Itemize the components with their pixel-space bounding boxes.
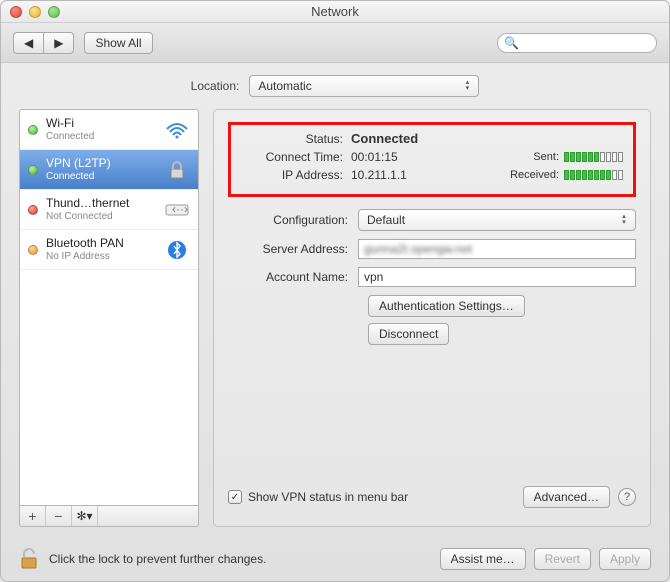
back-button[interactable]: ◀ — [13, 32, 43, 54]
updown-icon: ▴▾ — [617, 213, 631, 227]
forward-button[interactable]: ▶ — [43, 32, 74, 54]
status-box: Status: Connected Connect Time: 00:01:15… — [228, 122, 636, 197]
location-value: Automatic — [258, 79, 311, 93]
sidebar-item-thunderbolt[interactable]: Thund…thernet Not Connected ‹··› — [20, 190, 198, 230]
bluetooth-icon — [164, 239, 190, 261]
close-button[interactable] — [10, 6, 22, 18]
zoom-button[interactable] — [48, 6, 60, 18]
advanced-button[interactable]: Advanced… — [523, 486, 610, 508]
search-icon: 🔍 — [504, 36, 519, 50]
status-dot — [28, 205, 38, 215]
configuration-label: Configuration: — [228, 213, 358, 227]
wifi-icon — [164, 119, 190, 141]
received-meter — [564, 170, 623, 180]
lock-icon — [164, 159, 190, 181]
search-field[interactable]: 🔍 — [497, 33, 657, 53]
item-sub: No IP Address — [46, 251, 156, 262]
account-name-label: Account Name: — [228, 270, 358, 284]
lock-text: Click the lock to prevent further change… — [49, 552, 266, 566]
window-title: Network — [311, 4, 359, 19]
add-interface-button[interactable]: + — [20, 506, 46, 526]
revert-button[interactable]: Revert — [534, 548, 591, 570]
chevron-right-icon: ▶ — [54, 36, 63, 50]
location-label: Location: — [191, 79, 240, 93]
updown-icon: ▴▾ — [460, 79, 474, 93]
item-name: Wi-Fi — [46, 117, 156, 130]
nav-segment: ◀ ▶ — [13, 32, 74, 54]
sidebar-item-bluetooth[interactable]: Bluetooth PAN No IP Address — [20, 230, 198, 270]
configuration-value: Default — [367, 213, 405, 227]
show-all-button[interactable]: Show All — [84, 32, 152, 54]
server-address-label: Server Address: — [228, 242, 358, 256]
status-dot — [28, 245, 38, 255]
ethernet-icon: ‹··› — [164, 199, 190, 221]
sidebar: Wi-Fi Connected VPN (L2TP) Connected — [19, 109, 199, 527]
location-row: Location: Automatic ▴▾ — [19, 75, 651, 97]
assist-me-button[interactable]: Assist me… — [440, 548, 526, 570]
status-dot — [28, 125, 38, 135]
apply-button[interactable]: Apply — [599, 548, 651, 570]
gear-icon: ✻▾ — [76, 509, 92, 523]
show-status-label: Show VPN status in menu bar — [248, 490, 408, 504]
bottom-row: ✓ Show VPN status in menu bar Advanced… … — [228, 480, 636, 514]
item-name: Bluetooth PAN — [46, 237, 156, 250]
status-dot — [28, 165, 38, 175]
connect-time-value: 00:01:15 — [351, 150, 398, 164]
chevron-left-icon: ◀ — [24, 36, 33, 50]
body: Wi-Fi Connected VPN (L2TP) Connected — [19, 109, 651, 527]
item-sub: Connected — [46, 171, 156, 182]
lock-icon[interactable] — [19, 547, 39, 571]
item-sub: Not Connected — [46, 211, 156, 222]
account-name-value: vpn — [364, 270, 383, 284]
account-name-field[interactable]: vpn — [358, 267, 636, 287]
help-button[interactable]: ? — [618, 488, 636, 506]
traffic-lights — [10, 6, 60, 18]
sidebar-item-wifi[interactable]: Wi-Fi Connected — [20, 110, 198, 150]
interface-list: Wi-Fi Connected VPN (L2TP) Connected — [19, 109, 199, 505]
status-label: Status: — [241, 132, 351, 146]
minimize-button[interactable] — [29, 6, 41, 18]
network-prefs-window: Network ◀ ▶ Show All 🔍 Location: Automat… — [0, 0, 670, 582]
titlebar: Network — [1, 1, 669, 23]
sent-label: Sent: — [533, 151, 559, 163]
sent-meter — [564, 152, 623, 162]
toolbar: ◀ ▶ Show All 🔍 — [1, 23, 669, 63]
detail-panel: Status: Connected Connect Time: 00:01:15… — [213, 109, 651, 527]
connect-time-label: Connect Time: — [241, 150, 351, 164]
interface-actions-button[interactable]: ✻▾ — [72, 506, 98, 526]
ip-label: IP Address: — [241, 168, 351, 182]
item-name: VPN (L2TP) — [46, 157, 156, 170]
status-value: Connected — [351, 131, 418, 146]
remove-interface-button[interactable]: − — [46, 506, 72, 526]
ip-value: 10.211.1.1 — [351, 168, 407, 182]
list-buttons: + − ✻▾ — [19, 505, 199, 527]
content-area: Location: Automatic ▴▾ Wi-Fi Connected — [1, 63, 669, 537]
item-sub: Connected — [46, 131, 156, 142]
received-label: Received: — [510, 169, 559, 181]
disconnect-button[interactable]: Disconnect — [368, 323, 449, 345]
show-status-checkbox[interactable]: ✓ — [228, 490, 242, 504]
svg-text:‹··›: ‹··› — [172, 202, 188, 216]
footer: Click the lock to prevent further change… — [1, 537, 669, 581]
server-address-value: gunna2t.opengw.net — [364, 242, 472, 256]
location-select[interactable]: Automatic ▴▾ — [249, 75, 479, 97]
configuration-select[interactable]: Default ▴▾ — [358, 209, 636, 231]
server-address-field[interactable]: gunna2t.opengw.net — [358, 239, 636, 259]
auth-settings-button[interactable]: Authentication Settings… — [368, 295, 525, 317]
sidebar-item-vpn[interactable]: VPN (L2TP) Connected — [20, 150, 198, 190]
item-name: Thund…thernet — [46, 197, 156, 210]
